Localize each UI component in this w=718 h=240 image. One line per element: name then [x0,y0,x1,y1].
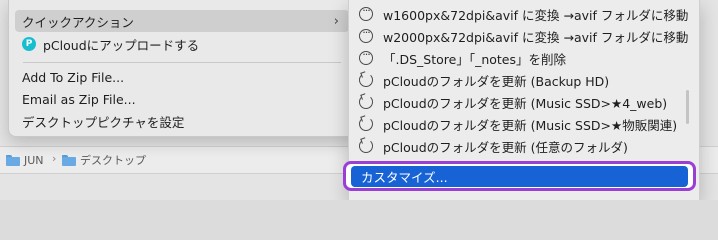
submenu-item-delete-ds-store[interactable]: 「.DS_Store」「_notes」を削除 [359,47,689,69]
submenu-item-label: w1600px&72dpi&avif に変換 →avif フォルダに移動 [383,7,689,23]
submenu-item-label: pCloudのフォルダを更新 (Music SSD>★物販関連) [383,117,678,133]
menu-item-quick-actions[interactable]: クイックアクション › [15,10,349,32]
folder-icon [62,154,76,166]
menu-item-email-as-zip[interactable]: Email as Zip File... [15,88,349,110]
submenu-item-w2000-avif[interactable]: w2000px&72dpi&avif に変換 →avif フォルダに移動 [359,25,689,47]
path-item-desktop[interactable]: デスクトップ [62,152,146,168]
submenu-item-label: w2000px&72dpi&avif に変換 →avif フォルダに移動 [383,29,689,45]
context-menu: クイックアクション › pCloudにアップロードする Add To Zip F… [8,0,356,137]
refresh-icon [359,95,373,109]
submenu-item-label: 「.DS_Store」「_notes」を削除 [383,51,566,67]
submenu-item-label: カスタマイズ... [361,170,448,185]
menu-item-label: pCloudにアップロードする [43,37,200,53]
menu-item-label: Add To Zip File... [22,69,125,85]
menu-item-label: クイックアクション [22,14,134,30]
screen: JUN › デスクトップ クイックアクション › pCloudにアップロードする… [0,0,718,200]
menu-item-add-to-zip[interactable]: Add To Zip File... [15,66,349,88]
submenu-item-label: pCloudのフォルダを更新 (Music SSD>★4_web) [383,95,668,111]
submenu-item-pcloud-merch[interactable]: pCloudのフォルダを更新 (Music SSD>★物販関連) [359,113,689,135]
submenu-item-label: pCloudのフォルダを更新 (任意のフォルダ) [383,139,628,155]
submenu-item-pcloud-backup-hd[interactable]: pCloudのフォルダを更新 (Backup HD) [359,69,689,91]
workflow-dots-icon [359,26,373,43]
workflow-dots-icon [359,4,373,21]
menu-item-set-desktop-picture[interactable]: デスクトップピクチャを設定 [15,110,349,132]
submenu-scrollbar[interactable] [686,90,689,124]
refresh-icon [359,117,373,131]
workflow-dots-icon [359,48,373,65]
path-item-label: デスクトップ [80,154,146,167]
path-item-jun[interactable]: JUN [6,152,44,168]
submenu-item-label: pCloudのフォルダを更新 (Backup HD) [383,73,610,89]
folder-icon [6,154,20,166]
pcloud-icon [22,37,36,51]
path-separator: › [52,152,57,165]
submenu-item-pcloud-any-folder[interactable]: pCloudのフォルダを更新 (任意のフォルダ) [359,135,689,157]
menu-item-label: デスクトップピクチャを設定 [22,114,185,130]
refresh-icon [359,73,373,87]
submenu-item-w1600-avif[interactable]: w1600px&72dpi&avif に変換 →avif フォルダに移動 [359,3,689,25]
refresh-icon [359,139,373,153]
path-item-label: JUN [24,153,44,167]
submenu-item-customize[interactable]: カスタマイズ... [351,166,688,187]
chevron-right-icon: › [333,13,339,29]
menu-divider [23,62,341,63]
menu-item-pcloud-upload[interactable]: pCloudにアップロードする [15,33,349,55]
menu-item-label: Email as Zip File... [22,91,136,107]
submenu-item-pcloud-4-web[interactable]: pCloudのフォルダを更新 (Music SSD>★4_web) [359,91,689,113]
